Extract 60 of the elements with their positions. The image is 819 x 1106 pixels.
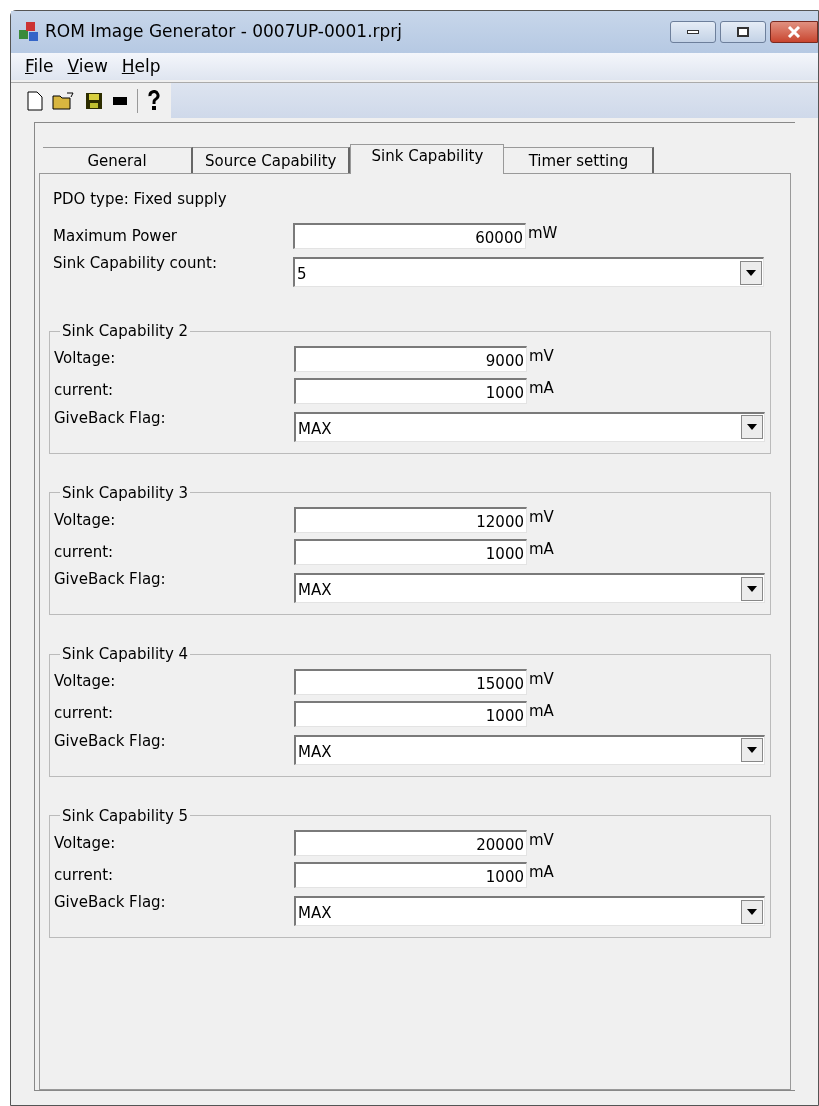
- dropdown[interactable]: 5: [293, 257, 764, 287]
- unit-label: mA: [529, 862, 554, 883]
- open-folder-icon[interactable]: [52, 90, 76, 111]
- unit-label: mV: [529, 345, 554, 367]
- tab[interactable]: Timer setting: [504, 147, 655, 173]
- unit-label: mV: [529, 830, 554, 851]
- field-label: Voltage:: [54, 832, 117, 854]
- dropdown[interactable]: MAX: [294, 734, 765, 765]
- field-label: current:: [54, 703, 115, 725]
- close-icon[interactable]: [787, 25, 801, 38]
- field-label: GiveBack Flag:: [54, 569, 167, 590]
- unit-label: mA: [529, 377, 554, 399]
- input-field[interactable]: 1000: [294, 700, 527, 727]
- menu-item[interactable]: File: [25, 53, 54, 80]
- input-field[interactable]: 1000: [294, 377, 527, 404]
- field-label: GiveBack Flag:: [54, 407, 167, 429]
- dropdown[interactable]: MAX: [294, 896, 765, 926]
- tab[interactable]: Sink Capability: [350, 144, 505, 174]
- maximize-button[interactable]: [720, 20, 766, 43]
- unit-label: mV: [529, 507, 554, 528]
- group-title: Sink Capability 3: [61, 482, 190, 504]
- tab[interactable]: Source Capability: [193, 147, 351, 173]
- field-label: current:: [54, 380, 115, 402]
- group-title: Sink Capability 2: [61, 321, 190, 342]
- field-label: Voltage:: [54, 509, 117, 531]
- unit-label: mV: [529, 668, 554, 690]
- input-field[interactable]: 60000: [293, 223, 526, 249]
- field-label: Voltage:: [54, 348, 117, 370]
- input-field[interactable]: 9000: [294, 345, 527, 372]
- dropdown[interactable]: MAX: [294, 411, 765, 442]
- input-field[interactable]: 20000: [294, 830, 527, 856]
- save-icon[interactable]: [85, 90, 103, 111]
- minimize-button[interactable]: [670, 20, 716, 43]
- close-button[interactable]: [770, 20, 818, 43]
- new-file-icon[interactable]: [27, 90, 43, 111]
- field-label: Maximum Power: [53, 225, 179, 247]
- input-field[interactable]: 1000: [294, 862, 527, 888]
- app-icon: [17, 19, 41, 44]
- unit-label: mW: [528, 223, 558, 244]
- window-title: ROM Image Generator - 0007UP-0001.rprj: [45, 20, 404, 44]
- group-title: Sink Capability 5: [61, 805, 190, 827]
- input-field[interactable]: 1000: [294, 539, 527, 565]
- menu-item[interactable]: Help: [121, 53, 161, 80]
- unit-label: mA: [529, 700, 554, 722]
- tab[interactable]: General: [43, 147, 193, 173]
- field-label: current:: [54, 541, 115, 563]
- help-icon[interactable]: [147, 89, 161, 112]
- pdo-type-text: PDO type: Fixed supply: [53, 189, 228, 210]
- field-label: Voltage:: [54, 671, 117, 693]
- field-label: current:: [54, 864, 115, 886]
- chip-icon[interactable]: [112, 94, 128, 107]
- unit-label: mA: [529, 539, 554, 560]
- field-label: GiveBack Flag:: [54, 892, 167, 913]
- input-field[interactable]: 12000: [294, 507, 527, 533]
- field-label: Sink Capability count:: [53, 253, 218, 274]
- field-label: GiveBack Flag:: [54, 730, 167, 752]
- input-field[interactable]: 15000: [294, 668, 527, 695]
- group-title: Sink Capability 4: [61, 644, 190, 665]
- menu-item[interactable]: View: [67, 53, 108, 80]
- dropdown[interactable]: MAX: [294, 573, 765, 603]
